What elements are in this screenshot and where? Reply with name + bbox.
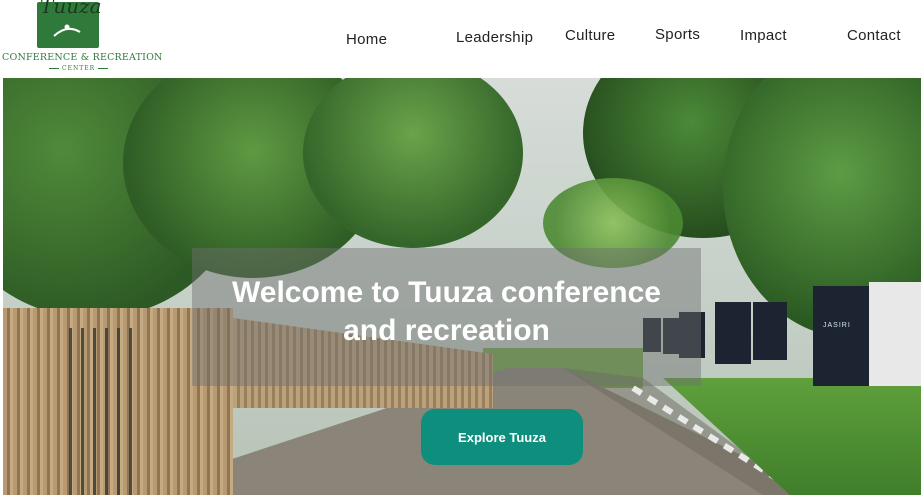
nav-home[interactable]: Home bbox=[346, 31, 387, 48]
brand-subtitle: CENTER bbox=[46, 65, 111, 72]
hero-title-line2: and recreation bbox=[343, 314, 550, 347]
explore-tuuza-button[interactable]: Explore Tuuza bbox=[421, 409, 583, 465]
nav-sports[interactable]: Sports bbox=[655, 26, 700, 43]
nav-culture[interactable]: Culture bbox=[565, 27, 615, 44]
nav-contact[interactable]: Contact bbox=[847, 27, 901, 44]
nav-impact[interactable]: Impact bbox=[740, 27, 787, 44]
event-banner-white bbox=[869, 282, 921, 386]
event-banner bbox=[715, 302, 751, 364]
event-banner bbox=[753, 302, 787, 360]
hero-title: Welcome to Tuuza conference and recreati… bbox=[192, 274, 701, 350]
site-header: Tuuza CONFERENCE & RECREATION CENTER Hom… bbox=[0, 0, 921, 78]
event-banner-large: JASIRI bbox=[813, 286, 869, 386]
nav-leadership[interactable]: Leadership bbox=[456, 29, 533, 46]
logo-script-text: Tuuza bbox=[40, 0, 102, 18]
banner-text: JASIRI bbox=[823, 322, 851, 329]
gate bbox=[69, 328, 139, 495]
logo-figure-icon bbox=[53, 24, 81, 37]
brand-name: CONFERENCE & RECREATION bbox=[2, 52, 163, 63]
brand-logo[interactable]: Tuuza CONFERENCE & RECREATION CENTER bbox=[0, 0, 162, 78]
hero-title-line1: Welcome to Tuuza conference bbox=[232, 276, 661, 309]
hero-section: JASIRI Welcome to Tuuza conference and r… bbox=[3, 78, 921, 495]
